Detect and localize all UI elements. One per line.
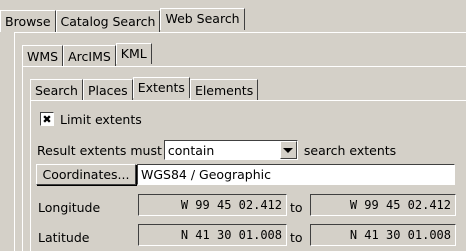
longitude-to-value: W 99 45 02.412 — [349, 198, 451, 212]
tab-kml[interactable]: KML — [115, 43, 152, 64]
longitude-label: Longitude — [38, 200, 101, 215]
extent-relation-select[interactable]: contain — [163, 140, 298, 160]
tab-web-search[interactable]: Web Search — [160, 8, 245, 30]
result-extents-row: Result extents must contain search exten… — [37, 140, 396, 160]
longitude-to-label: to — [290, 200, 303, 215]
result-extents-prefix: Result extents must — [37, 142, 162, 158]
tab-catalog-search[interactable]: Catalog Search — [55, 10, 161, 32]
tab-wms[interactable]: WMS — [22, 45, 64, 66]
chevron-down-icon[interactable] — [279, 141, 297, 159]
coordinate-system-field[interactable]: WGS84 / Geographic — [137, 164, 455, 185]
extent-relation-value: contain — [167, 142, 215, 158]
longitude-from-field[interactable]: W 99 45 02.412 — [138, 194, 287, 216]
tab-elements[interactable]: Elements — [189, 79, 259, 100]
coordinates-button[interactable]: Coordinates... — [36, 164, 136, 185]
tab-search[interactable]: Search — [30, 79, 83, 100]
longitude-to-field[interactable]: W 99 45 02.412 — [310, 194, 456, 216]
tab-arcims[interactable]: ArcIMS — [63, 45, 116, 66]
coordinates-button-label: Coordinates... — [42, 167, 130, 182]
service-tab-bar: WMS ArcIMS KML — [22, 43, 152, 66]
latitude-to-field[interactable]: N 41 30 01.008 — [310, 224, 456, 246]
latitude-from-field[interactable]: N 41 30 01.008 — [138, 224, 287, 246]
limit-extents-label: Limit extents — [60, 111, 142, 127]
latitude-to-label: to — [290, 230, 303, 245]
top-tab-bar: Browse Catalog Search Web Search — [0, 8, 245, 32]
longitude-from-value: W 99 45 02.412 — [180, 198, 282, 212]
tab-places[interactable]: Places — [82, 79, 133, 100]
coordinate-system-value: WGS84 / Geographic — [141, 167, 272, 182]
limit-extents-checkbox[interactable]: ✖ — [40, 112, 54, 126]
result-extents-suffix: search extents — [303, 142, 397, 158]
latitude-from-value: N 41 30 01.008 — [180, 228, 282, 242]
tab-extents[interactable]: Extents — [132, 77, 190, 98]
latitude-label: Latitude — [38, 230, 90, 245]
tab-browse[interactable]: Browse — [0, 10, 56, 32]
limit-extents-row[interactable]: ✖ Limit extents — [40, 111, 142, 127]
web-search-window: Browse Catalog Search Web Search WMS Arc… — [0, 0, 466, 251]
check-mark-icon: ✖ — [42, 112, 52, 126]
kml-tab-bar: Search Places Extents Elements — [30, 77, 259, 100]
latitude-to-value: N 41 30 01.008 — [349, 228, 451, 242]
